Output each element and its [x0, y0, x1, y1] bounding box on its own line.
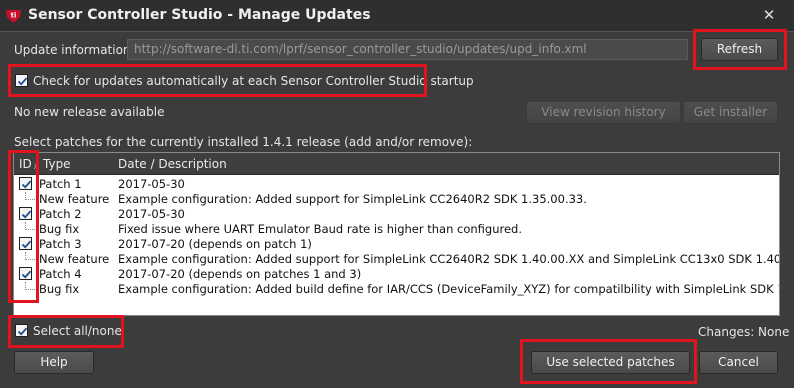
checkbox-check-icon [21, 270, 32, 279]
patches-instruction: Select patches for the currently install… [14, 135, 473, 149]
checkbox-check-icon [21, 240, 32, 249]
update-url-field[interactable]: http://software-dl.ti.com/lprf/sensor_co… [127, 39, 688, 60]
help-button[interactable]: Help [14, 351, 94, 374]
checkbox-check-icon [21, 180, 32, 189]
title-bar: ti Sensor Controller Studio - Manage Upd… [0, 0, 794, 32]
checkbox-check-icon [21, 210, 32, 219]
checkbox-check-icon [17, 77, 28, 86]
column-type[interactable]: Type [43, 157, 71, 171]
release-status: No new release available [14, 105, 165, 119]
patch-description: 2017-05-30 [118, 177, 185, 191]
close-icon[interactable]: ✕ [758, 4, 780, 26]
select-all-label: Select all/none [33, 324, 122, 338]
change-description: Fixed issue where UART Emulator Baud rat… [118, 222, 523, 236]
select-all-checkbox[interactable] [15, 324, 28, 337]
change-type: Bug fix [39, 222, 80, 236]
change-type: Bug fix [39, 282, 80, 296]
patch-table: ID / Type Date / Description Patch 1 201… [13, 152, 780, 316]
auto-check-checkbox[interactable] [15, 74, 28, 87]
table-row[interactable]: New feature Example configuration: Added… [14, 191, 779, 206]
change-description: Example configuration: Added build defin… [118, 282, 780, 296]
patch-type: Patch 2 [39, 207, 82, 221]
checkbox-check-icon [17, 327, 28, 336]
table-row[interactable]: Patch 3 2017-07-20 (depends on patch 1) [14, 236, 779, 251]
change-type: New feature [39, 192, 110, 206]
auto-check-label: Check for updates automatically at each … [33, 74, 474, 88]
window-title: Sensor Controller Studio - Manage Update… [28, 7, 371, 23]
patch-type: Patch 1 [39, 177, 82, 191]
patch-type: Patch 3 [39, 237, 82, 251]
patch-3-checkbox[interactable] [19, 237, 32, 250]
column-separator: / [34, 157, 39, 171]
patch-description: 2017-07-20 (depends on patches 1 and 3) [118, 267, 362, 281]
change-description: Example configuration: Added support for… [118, 192, 587, 206]
changes-status: Changes: None [698, 325, 790, 339]
patch-1-checkbox[interactable] [19, 177, 32, 190]
column-id[interactable]: ID [19, 157, 32, 171]
update-info-label: Update information: [14, 43, 135, 57]
table-row[interactable]: Patch 4 2017-07-20 (depends on patches 1… [14, 266, 779, 281]
patch-2-checkbox[interactable] [19, 207, 32, 220]
table-row[interactable]: Patch 2 2017-05-30 [14, 206, 779, 221]
ti-logo-icon: ti [6, 10, 21, 23]
view-revision-history-button[interactable]: View revision history [526, 101, 681, 124]
table-row[interactable]: Bug fix Fixed issue where UART Emulator … [14, 221, 779, 236]
patch-description: 2017-07-20 (depends on patch 1) [118, 237, 312, 251]
patch-4-checkbox[interactable] [19, 267, 32, 280]
patch-type: Patch 4 [39, 267, 82, 281]
table-row[interactable]: New feature Example configuration: Added… [14, 251, 779, 266]
change-description: Example configuration: Added support for… [118, 252, 780, 266]
table-row[interactable]: Bug fix Example configuration: Added bui… [14, 281, 779, 296]
table-header: ID / Type Date / Description [14, 153, 779, 175]
use-selected-patches-button[interactable]: Use selected patches [531, 351, 690, 374]
patch-description: 2017-05-30 [118, 207, 185, 221]
cancel-button[interactable]: Cancel [699, 351, 778, 374]
refresh-button[interactable]: Refresh [701, 38, 778, 61]
get-installer-button[interactable]: Get installer [683, 101, 778, 124]
change-type: New feature [39, 252, 110, 266]
table-row[interactable]: Patch 1 2017-05-30 [14, 176, 779, 191]
svg-text:ti: ti [11, 12, 17, 20]
column-date-description[interactable]: Date / Description [118, 157, 227, 171]
